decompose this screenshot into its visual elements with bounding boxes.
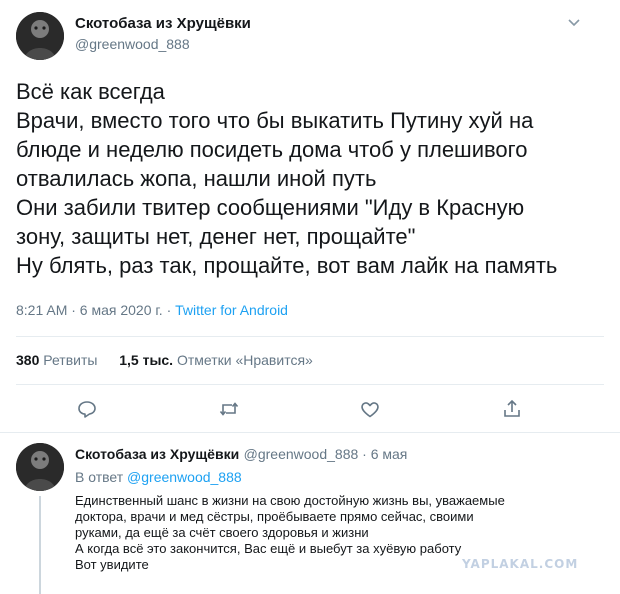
watermark: YAPLAKAL.COM bbox=[462, 557, 579, 571]
divider bbox=[0, 432, 620, 433]
like-icon[interactable] bbox=[359, 398, 381, 420]
reply-text-line: доктора, врачи и мед сёстры, проёбываете… bbox=[75, 509, 474, 524]
tweet-meta: 8:21 AM · 6 мая 2020 г. · Twitter for An… bbox=[16, 302, 288, 318]
avatar[interactable] bbox=[16, 12, 64, 60]
tweet-text-line: отвалилась жопа, нашли иной путь bbox=[16, 166, 377, 191]
divider bbox=[16, 336, 604, 337]
reply-header: Скотобаза из Хрущёвки @greenwood_888 · 6… bbox=[75, 446, 407, 464]
retweets-stat[interactable]: 380 Ретвиты bbox=[16, 352, 97, 368]
likes-count: 1,5 тыс. bbox=[119, 352, 174, 368]
tweet-text-line: блюде и неделю посидеть дома чтоб у плеш… bbox=[16, 137, 528, 162]
reply-text-line: Единственный шанс в жизни на свою достой… bbox=[75, 493, 505, 508]
reply-icon[interactable] bbox=[76, 398, 98, 420]
tweet-stats: 380 Ретвиты 1,5 тыс. Отметки «Нравится» bbox=[16, 352, 313, 368]
author-name[interactable]: Скотобаза из Хрущёвки bbox=[75, 15, 251, 32]
reply-text-line: руками, да ещё за счёт своего здоровья и… bbox=[75, 525, 369, 540]
reply-handle-date[interactable]: @greenwood_888 · 6 мая bbox=[244, 446, 408, 462]
tweet-text-line: Они забили твитер сообщениями "Иду в Кра… bbox=[16, 195, 525, 220]
in-reply-prefix: В ответ bbox=[75, 469, 124, 485]
retweet-icon[interactable] bbox=[218, 398, 240, 420]
timestamp[interactable]: 8:21 AM · 6 мая 2020 г. · bbox=[16, 302, 171, 318]
author-handle[interactable]: @greenwood_888 bbox=[75, 36, 190, 52]
likes-label: Отметки «Нравится» bbox=[176, 352, 313, 368]
reply-text: Единственный шанс в жизни на свою достой… bbox=[75, 493, 505, 573]
chevron-down-icon[interactable] bbox=[566, 14, 582, 30]
tweet-text-line: зону, защиты нет, денег нет, прощайте" bbox=[16, 224, 416, 249]
reply-author-name[interactable]: Скотобаза из Хрущёвки bbox=[75, 446, 239, 462]
tweet-text-line: Всё как всегда bbox=[16, 79, 165, 104]
in-reply-to: В ответ @greenwood_888 bbox=[75, 469, 242, 485]
divider bbox=[16, 384, 604, 385]
reply-text-line: Вот увидите bbox=[75, 557, 149, 572]
tweet-text-line: Ну блять, раз так, прощайте, вот вам лай… bbox=[16, 253, 558, 278]
retweets-label: Ретвиты bbox=[43, 352, 98, 368]
avatar[interactable] bbox=[16, 443, 64, 491]
tweet-text-line: Врачи, вместо того что бы выкатить Путин… bbox=[16, 108, 534, 133]
likes-stat[interactable]: 1,5 тыс. Отметки «Нравится» bbox=[119, 352, 313, 368]
reply-text-line: А когда всё это закончится, Вас ещё и вы… bbox=[75, 541, 462, 556]
share-icon[interactable] bbox=[501, 398, 523, 420]
tweet-text: Всё как всегда Врачи, вместо того что бы… bbox=[16, 77, 557, 280]
source-link[interactable]: Twitter for Android bbox=[175, 302, 288, 318]
thread-line bbox=[39, 496, 41, 594]
in-reply-handle-link[interactable]: @greenwood_888 bbox=[127, 469, 242, 485]
retweets-count: 380 bbox=[16, 352, 40, 368]
